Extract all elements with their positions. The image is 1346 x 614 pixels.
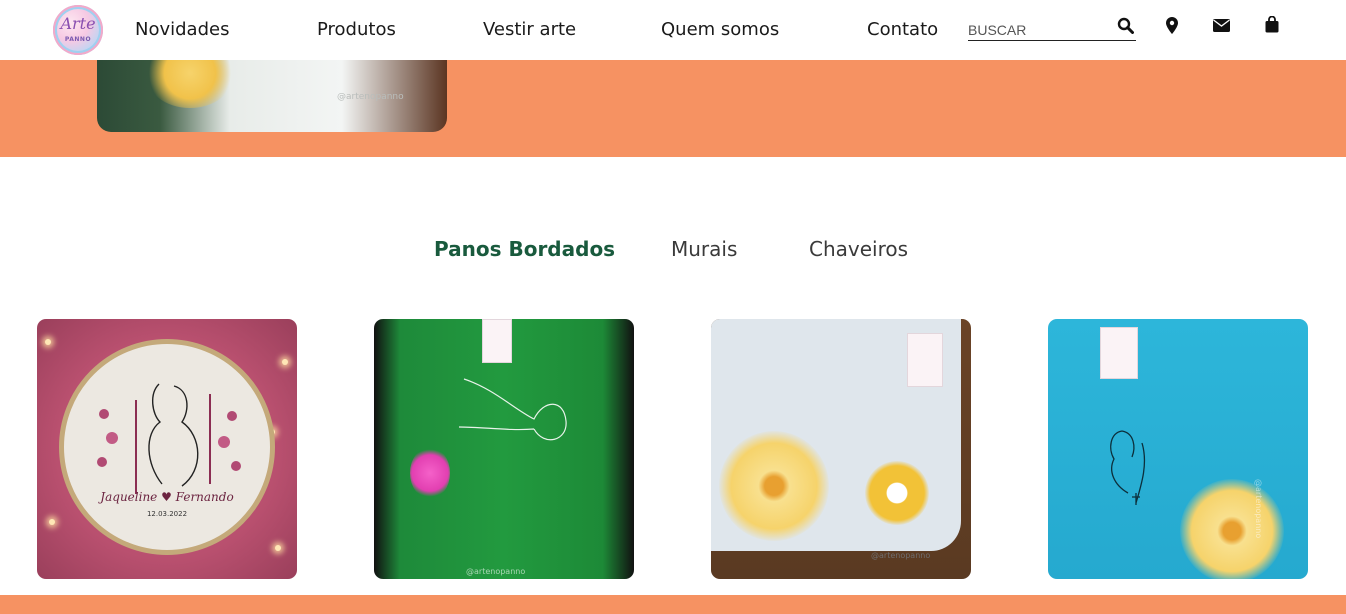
envelope-icon[interactable] — [1213, 19, 1230, 32]
search-icon[interactable] — [1117, 17, 1134, 34]
madonna-rosary-embroidery — [1110, 430, 1146, 505]
nav-quem-somos[interactable]: Quem somos — [661, 19, 779, 41]
nav-produtos[interactable]: Produtos — [317, 19, 396, 41]
product-card-green-shirt[interactable]: @artenopanno — [374, 319, 634, 579]
product-card-blue-shirt[interactable]: @artenopanno — [1048, 319, 1308, 579]
heart-line-embroidery — [458, 378, 567, 441]
product-watermark: @artenopanno — [871, 551, 931, 560]
category-tabs: Panos Bordados Murais Chaveiros — [0, 236, 1346, 266]
fairy-light — [49, 519, 55, 525]
pink-flower-decoration — [410, 447, 450, 499]
product-tag — [482, 319, 512, 363]
yellow-flower-decoration — [1180, 479, 1284, 579]
nav-novidades[interactable]: Novidades — [135, 19, 229, 41]
brand-logo[interactable]: Arte PANNO — [53, 5, 103, 55]
fairy-light — [45, 339, 51, 345]
map-pin-icon[interactable] — [1166, 17, 1178, 34]
tab-panos-bordados[interactable]: Panos Bordados — [434, 236, 615, 262]
site-header: Arte PANNO Novidades Produtos Vestir art… — [0, 0, 1346, 60]
hero-product-image[interactable]: @artenopanno — [97, 60, 447, 132]
search-input[interactable] — [968, 21, 1108, 39]
nav-vestir-arte[interactable]: Vestir arte — [483, 19, 576, 41]
product-card-embroidered-hoop[interactable]: Jaqueline ♥ Fernando 12.03.2022 — [37, 319, 297, 579]
tab-murais[interactable]: Murais — [671, 236, 737, 262]
yellow-flower-decoration — [719, 431, 829, 541]
couple-embroidery — [97, 383, 241, 494]
logo-subtext: PANNO — [64, 36, 92, 43]
embroidery-names: Jaqueline ♥ Fernando — [100, 490, 234, 504]
fairy-light — [275, 545, 281, 551]
product-watermark: @artenopanno — [466, 567, 526, 576]
product-card-white-shirt[interactable]: @artenopanno — [711, 319, 971, 579]
hero-watermark: @artenopanno — [337, 92, 404, 102]
product-tag — [1100, 327, 1138, 379]
nav-contato[interactable]: Contato — [867, 19, 938, 41]
shopping-bag-icon[interactable] — [1265, 16, 1279, 33]
tab-chaveiros[interactable]: Chaveiros — [809, 236, 908, 262]
embroidery-date: 12.03.2022 — [146, 510, 188, 518]
logo-text: Arte — [60, 14, 96, 33]
product-tag — [907, 333, 943, 387]
sunflower-embroidery — [865, 461, 929, 525]
product-watermark: @artenopanno — [1254, 479, 1263, 539]
footer-band — [0, 595, 1346, 614]
fairy-light — [282, 359, 288, 365]
embroidery-hoop: Jaqueline ♥ Fernando 12.03.2022 — [59, 339, 275, 555]
flower-decoration — [145, 60, 235, 108]
search-bar — [968, 16, 1136, 41]
